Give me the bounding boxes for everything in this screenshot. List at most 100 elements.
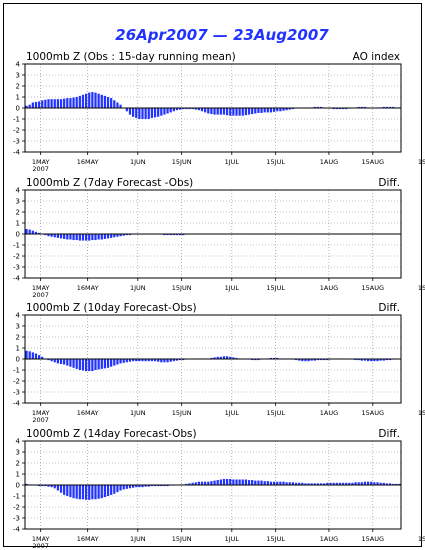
bar — [44, 99, 47, 108]
bar — [263, 481, 266, 485]
bar — [91, 485, 94, 500]
bar — [84, 485, 88, 500]
bar — [100, 485, 103, 499]
bar — [110, 485, 113, 495]
bar — [78, 359, 81, 370]
x-tick-label: 1JUN — [130, 284, 146, 292]
bar — [116, 359, 119, 365]
bar — [247, 480, 251, 485]
bar — [31, 352, 34, 359]
bar — [88, 92, 91, 108]
bar — [169, 108, 172, 113]
bar — [257, 108, 260, 113]
y-tick-label: 4 — [16, 438, 21, 446]
bar — [31, 102, 34, 108]
bar — [100, 359, 103, 369]
bar — [97, 234, 100, 240]
x-tick-label: 1JUL — [225, 535, 240, 543]
x-tick-label: 1AUG — [320, 409, 338, 417]
bar — [66, 234, 69, 240]
bar — [160, 108, 163, 116]
bar — [166, 108, 169, 114]
panel-title: 1000mb Z (10day Forecast-Obs) — [26, 302, 197, 314]
x-tick-sublabel: 2007 — [32, 416, 49, 424]
bar — [266, 108, 269, 113]
bar — [106, 485, 110, 496]
bar — [75, 485, 78, 499]
y-tick-label: -1 — [13, 116, 20, 124]
panel-title: 1000mb Z (7day Forecast -Obs) — [26, 177, 193, 189]
bar — [69, 359, 72, 367]
bar — [141, 108, 144, 119]
bar — [88, 485, 91, 500]
bar — [238, 108, 241, 116]
bar — [263, 108, 266, 113]
y-tick-label: 2 — [16, 83, 20, 91]
y-tick-label: -2 — [13, 504, 20, 512]
bar — [84, 93, 88, 108]
bar — [106, 234, 110, 239]
bar — [260, 108, 263, 113]
bar — [110, 359, 113, 367]
bar — [88, 234, 91, 241]
y-tick-label: -4 — [13, 400, 21, 408]
bar — [34, 353, 38, 359]
y-tick-label: 4 — [16, 61, 21, 69]
bar — [97, 485, 100, 499]
bar — [103, 359, 107, 369]
bar — [50, 99, 53, 108]
bar — [81, 94, 85, 108]
bar — [103, 95, 107, 108]
bar — [78, 95, 81, 108]
y-tick-label: 2 — [16, 334, 20, 342]
x-tick-label: 15JUL — [266, 158, 285, 166]
bar — [69, 98, 72, 108]
bar — [210, 481, 213, 485]
bar — [94, 234, 97, 241]
y-tick-label: 0 — [16, 105, 20, 113]
bar — [260, 480, 263, 485]
y-tick-label: -2 — [13, 253, 20, 261]
bar — [128, 108, 132, 115]
y-tick-label: 0 — [16, 482, 20, 490]
bar — [75, 97, 78, 108]
bar — [204, 108, 207, 113]
bar — [251, 480, 254, 485]
y-tick-label: -1 — [13, 367, 20, 375]
x-tick-label: 1AUG — [320, 158, 338, 166]
bar — [56, 359, 60, 364]
y-tick-label: 1 — [16, 471, 20, 479]
y-tick-label: 4 — [16, 312, 21, 320]
x-tick-label: 1SEP — [418, 409, 425, 417]
bar — [91, 234, 94, 241]
x-tick-label: 1JUL — [225, 284, 240, 292]
bar — [135, 108, 138, 118]
x-tick-sublabel: 2007 — [32, 291, 49, 299]
bar — [210, 108, 213, 115]
bar — [269, 108, 273, 113]
bar — [72, 234, 75, 241]
y-tick-label: 1 — [16, 220, 20, 228]
bar — [122, 485, 125, 490]
y-tick-label: 1 — [16, 345, 20, 353]
panel-title: 1000mb Z (14day Forecast-Obs) — [26, 428, 197, 440]
x-tick-label: 15JUL — [266, 535, 285, 543]
bar — [94, 359, 97, 370]
y-tick-label: -2 — [13, 378, 20, 386]
bar — [88, 359, 91, 372]
x-tick-label: 1JUN — [130, 409, 146, 417]
panel-right-label: Diff. — [378, 302, 400, 314]
bar — [157, 108, 160, 117]
bar — [72, 97, 75, 108]
x-tick-label: 1JUN — [130, 535, 146, 543]
bar — [37, 355, 41, 359]
x-tick-label: 1AUG — [320, 284, 338, 292]
bar — [113, 359, 116, 366]
bar — [216, 480, 219, 485]
y-tick-label: 2 — [16, 209, 20, 217]
bar — [125, 485, 128, 489]
bar — [25, 350, 28, 359]
bar — [131, 108, 135, 117]
bar — [147, 108, 150, 119]
bar — [113, 100, 116, 108]
